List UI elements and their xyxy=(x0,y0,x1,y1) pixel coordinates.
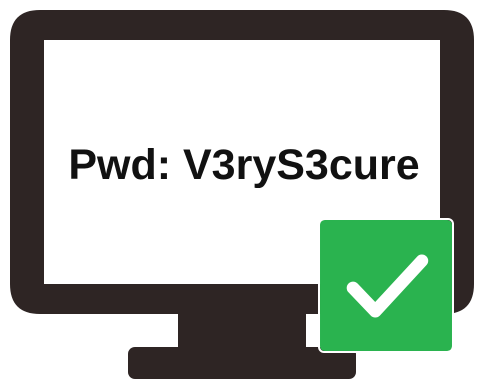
monitor-neck xyxy=(178,312,306,352)
password-label: Pwd: V3ryS3cure xyxy=(68,141,420,189)
success-badge xyxy=(318,218,454,353)
illustration: Pwd: V3ryS3cure xyxy=(0,0,484,382)
checkmark-icon xyxy=(320,220,452,351)
